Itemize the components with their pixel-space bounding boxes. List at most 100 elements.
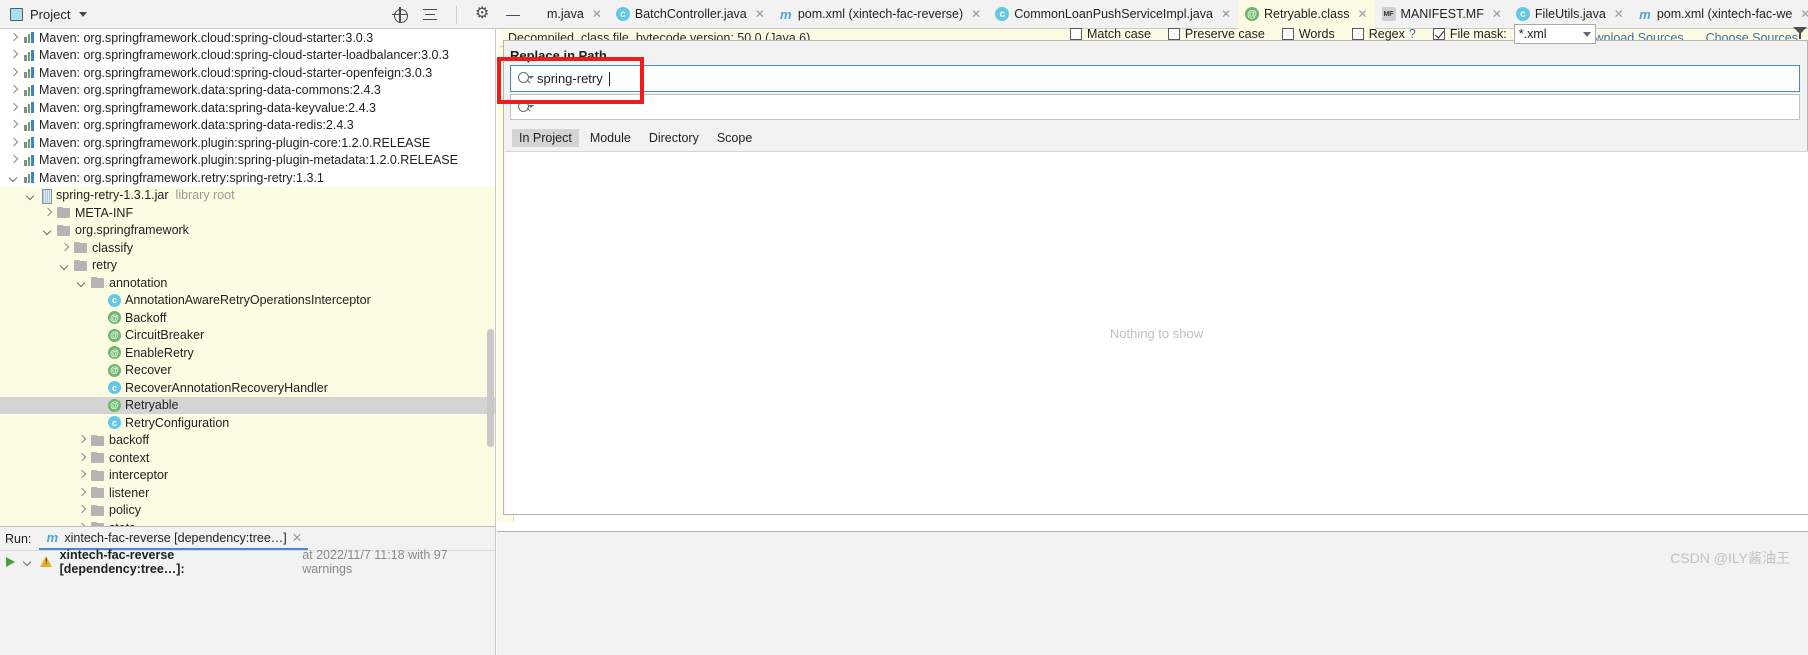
class-icon: c	[1515, 7, 1530, 21]
tree-row[interactable]: Maven: org.springframework.data:spring-d…	[0, 117, 495, 135]
close-icon[interactable]: ✕	[755, 7, 765, 21]
close-icon[interactable]: ✕	[592, 7, 602, 21]
scope-tab-module[interactable]: Module	[583, 129, 638, 147]
tree-row[interactable]: Maven: org.springframework.plugin:spring…	[0, 152, 495, 170]
run-play-icon[interactable]	[6, 556, 15, 567]
replace-input-row[interactable]	[510, 94, 1800, 120]
maven-icon	[23, 31, 36, 44]
tree-row[interactable]: backoff	[0, 431, 495, 449]
chevron-right-icon[interactable]	[8, 137, 19, 148]
option-words[interactable]: Words	[1281, 27, 1335, 41]
option-match-case[interactable]: Match case	[1070, 27, 1151, 41]
chevron-right-icon[interactable]	[76, 470, 87, 481]
tree-row[interactable]: Maven: org.springframework.cloud:spring-…	[0, 29, 495, 47]
option-regex[interactable]: Regex?	[1351, 27, 1416, 41]
tree-row[interactable]: classify	[0, 239, 495, 257]
option-preserve-case[interactable]: Preserve case	[1167, 27, 1265, 41]
chevron-right-icon[interactable]	[8, 85, 19, 96]
hide-panel-icon[interactable]	[505, 7, 521, 23]
chevron-right-icon[interactable]	[8, 155, 19, 166]
close-icon[interactable]: ✕	[1492, 7, 1502, 21]
chevron-right-icon[interactable]	[8, 67, 19, 78]
tree-row[interactable]: retry	[0, 256, 495, 274]
tree-row[interactable]: Maven: org.springframework.cloud:spring-…	[0, 47, 495, 65]
chevron-right-icon[interactable]	[8, 102, 19, 113]
checkbox[interactable]	[1432, 28, 1445, 40]
tree-row[interactable]: @ Retryable	[0, 396, 495, 414]
editor-tab[interactable]: m pom.xml (xintech-fac-reverse) ✕	[772, 0, 988, 29]
chevron-down-icon[interactable]	[22, 556, 33, 567]
filter-icon[interactable]	[1793, 26, 1807, 40]
tree-row[interactable]: @ EnableRetry	[0, 344, 495, 362]
tree-row[interactable]: Maven: org.springframework.data:spring-d…	[0, 82, 495, 100]
checkbox[interactable]	[1167, 28, 1180, 40]
collapse-all-icon[interactable]	[422, 7, 438, 23]
tree-vertical-scrollbar[interactable]	[487, 329, 494, 447]
tree-row[interactable]: Maven: org.springframework.retry:spring-…	[0, 169, 495, 187]
tree-row[interactable]: @ CircuitBreaker	[0, 326, 495, 344]
tree-row[interactable]: c RetryConfiguration	[0, 414, 495, 432]
checkbox[interactable]	[1281, 28, 1294, 40]
scope-tab-directory[interactable]: Directory	[642, 129, 706, 147]
chevron-down-icon[interactable]	[42, 225, 53, 236]
chevron-right-icon[interactable]	[8, 50, 19, 61]
editor-tab-label: pom.xml (xintech-fac-reverse)	[797, 7, 964, 21]
editor-tab-label: FileUtils.java	[1534, 7, 1606, 21]
tree-row[interactable]: Maven: org.springframework.plugin:spring…	[0, 134, 495, 152]
project-tree-panel[interactable]: Maven: org.springframework.cloud:spring-…	[0, 29, 496, 526]
close-icon[interactable]: ✕	[1357, 7, 1367, 21]
close-icon[interactable]: ✕	[1800, 7, 1808, 21]
chevron-down-icon[interactable]	[25, 190, 36, 201]
maven-icon: m	[1639, 6, 1651, 22]
settings-gear-icon[interactable]	[475, 3, 491, 23]
editor-tab[interactable]: m.java ✕	[540, 0, 609, 29]
tree-row[interactable]: context	[0, 449, 495, 467]
tree-row[interactable]: Maven: org.springframework.data:spring-d…	[0, 99, 495, 117]
maven-icon	[23, 66, 36, 79]
class-icon: c	[108, 416, 121, 430]
tree-row[interactable]: policy	[0, 501, 495, 519]
chevron-down-icon[interactable]	[8, 172, 19, 183]
tree-row[interactable]: META-INF	[0, 204, 495, 222]
option-file-mask[interactable]: File mask: *.xml	[1432, 24, 1596, 44]
tree-row[interactable]: listener	[0, 484, 495, 502]
project-view-selector[interactable]: Project	[0, 0, 97, 29]
tree-row[interactable]: @ Backoff	[0, 309, 495, 327]
tree-row[interactable]: org.springframework	[0, 221, 495, 239]
tree-row[interactable]: c AnnotationAwareRetryOperationsIntercept…	[0, 291, 495, 309]
tree-row[interactable]: stats	[0, 519, 495, 526]
close-icon[interactable]: ✕	[292, 530, 302, 545]
checkbox[interactable]	[1351, 28, 1364, 40]
chevron-right-icon[interactable]	[76, 435, 87, 446]
file-mask-select[interactable]: *.xml	[1513, 24, 1596, 44]
close-icon[interactable]: ✕	[1221, 7, 1231, 21]
editor-tab[interactable]: m pom.xml (xintech-fac-we ✕	[1631, 0, 1808, 29]
tree-row[interactable]: spring-retry-1.3.1.jar library root	[0, 186, 495, 204]
checkbox[interactable]	[1070, 28, 1082, 40]
chevron-right-icon[interactable]	[8, 120, 19, 131]
tree-row[interactable]: c RecoverAnnotationRecoveryHandler	[0, 379, 495, 397]
chevron-down-icon[interactable]	[76, 277, 87, 288]
close-icon[interactable]: ✕	[1614, 7, 1624, 21]
text-caret	[608, 71, 610, 86]
chevron-right-icon[interactable]	[8, 32, 19, 43]
chevron-down-icon[interactable]	[59, 260, 70, 271]
class-icon: c	[995, 7, 1010, 21]
chevron-right-icon[interactable]	[42, 207, 53, 218]
locate-target-icon[interactable]	[392, 6, 408, 23]
tree-row[interactable]: Maven: org.springframework.cloud:spring-…	[0, 64, 495, 82]
help-icon[interactable]: ?	[1409, 27, 1416, 41]
tree-row[interactable]: annotation	[0, 274, 495, 292]
tree-row[interactable]: interceptor	[0, 466, 495, 484]
chevron-right-icon[interactable]	[59, 242, 70, 253]
chevron-right-icon[interactable]	[76, 452, 87, 463]
close-icon[interactable]: ✕	[971, 7, 981, 21]
scope-tab-scope[interactable]: Scope	[710, 129, 759, 147]
tree-row[interactable]: @ Recover	[0, 361, 495, 379]
run-output-row: xintech-fac-reverse [dependency:tree…]: …	[0, 548, 495, 576]
scope-tab-in-project[interactable]: In Project	[512, 129, 579, 147]
editor-tab[interactable]: c BatchController.java ✕	[609, 0, 772, 29]
chevron-right-icon[interactable]	[76, 505, 87, 516]
search-input-row[interactable]: spring-retry	[510, 65, 1800, 92]
chevron-right-icon[interactable]	[76, 487, 87, 498]
